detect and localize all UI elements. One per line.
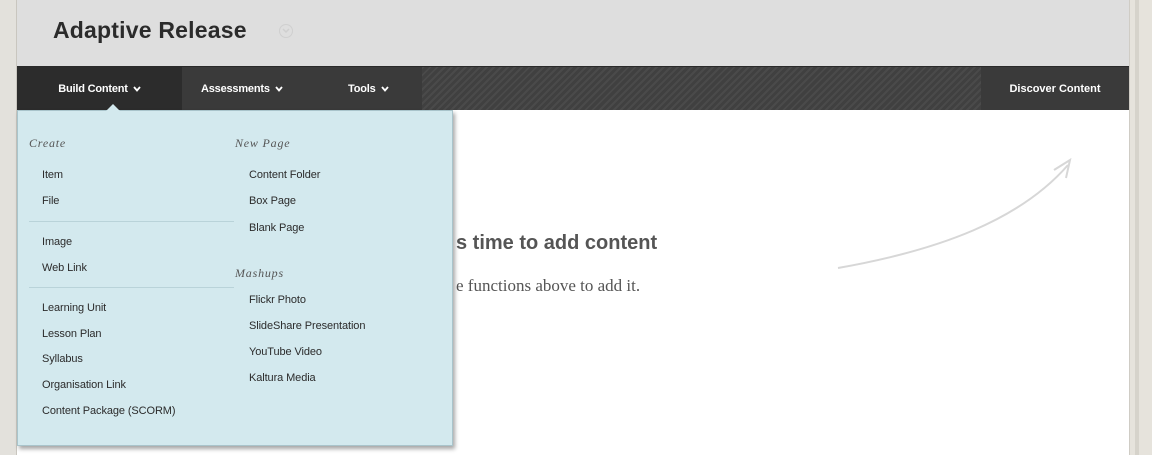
menu-item-content-folder[interactable]: Content Folder [249,169,320,181]
menu-divider [29,287,234,288]
chevron-down-icon [380,67,389,111]
tools-button[interactable]: Tools [348,67,389,111]
build-content-button[interactable]: Build Content [17,67,182,111]
menu-item-organisation-link[interactable]: Organisation Link [42,379,126,391]
new-page-heading: New Page [235,136,291,150]
page-title: Adaptive Release [53,17,247,43]
menu-item-content-package[interactable]: Content Package (SCORM) [42,405,176,417]
menu-item-box-page[interactable]: Box Page [249,195,296,207]
menu-item-web-link[interactable]: Web Link [42,262,87,274]
dropdown-pointer [105,104,121,112]
menu-item-slideshare-presentation[interactable]: SlideShare Presentation [249,320,365,332]
menu-item-lesson-plan[interactable]: Lesson Plan [42,328,102,340]
build-content-label: Build Content [58,83,128,95]
chevron-down-icon [133,67,141,111]
mashups-heading: Mashups [235,266,284,280]
title-options-chevron-icon[interactable] [279,24,293,38]
scrollbar-track[interactable] [1135,0,1139,455]
menu-divider [29,221,234,222]
menu-item-blank-page[interactable]: Blank Page [249,222,304,234]
menu-item-flickr-photo[interactable]: Flickr Photo [249,294,306,306]
content-action-bar: Build Content Assessments Tools Discover… [17,66,1129,111]
discover-content-button[interactable]: Discover Content [981,67,1129,111]
left-frame [0,0,16,455]
menu-item-syllabus[interactable]: Syllabus [42,353,83,365]
curved-arrow-icon [837,157,1072,269]
menu-item-youtube-video[interactable]: YouTube Video [249,346,322,358]
menu-item-kaltura-media[interactable]: Kaltura Media [249,372,316,384]
chevron-down-icon [275,67,283,111]
menu-item-item[interactable]: Item [42,169,63,181]
tools-label: Tools [348,83,376,95]
menu-item-image[interactable]: Image [42,236,72,248]
build-content-dropdown: Create Item File Image Web Link Learning… [17,104,453,446]
action-bar-filler [422,67,981,111]
assessments-label: Assessments [201,83,270,95]
assessments-button[interactable]: Assessments [201,67,283,111]
page-header: Adaptive Release [17,0,1129,66]
create-heading: Create [29,136,67,150]
right-scrollbar[interactable] [1129,0,1152,455]
empty-state-subtitle: e functions above to add it. [456,276,641,295]
menu-item-learning-unit[interactable]: Learning Unit [42,302,106,314]
menu-item-file[interactable]: File [42,195,59,207]
empty-state-title: s time to add content [456,232,658,254]
